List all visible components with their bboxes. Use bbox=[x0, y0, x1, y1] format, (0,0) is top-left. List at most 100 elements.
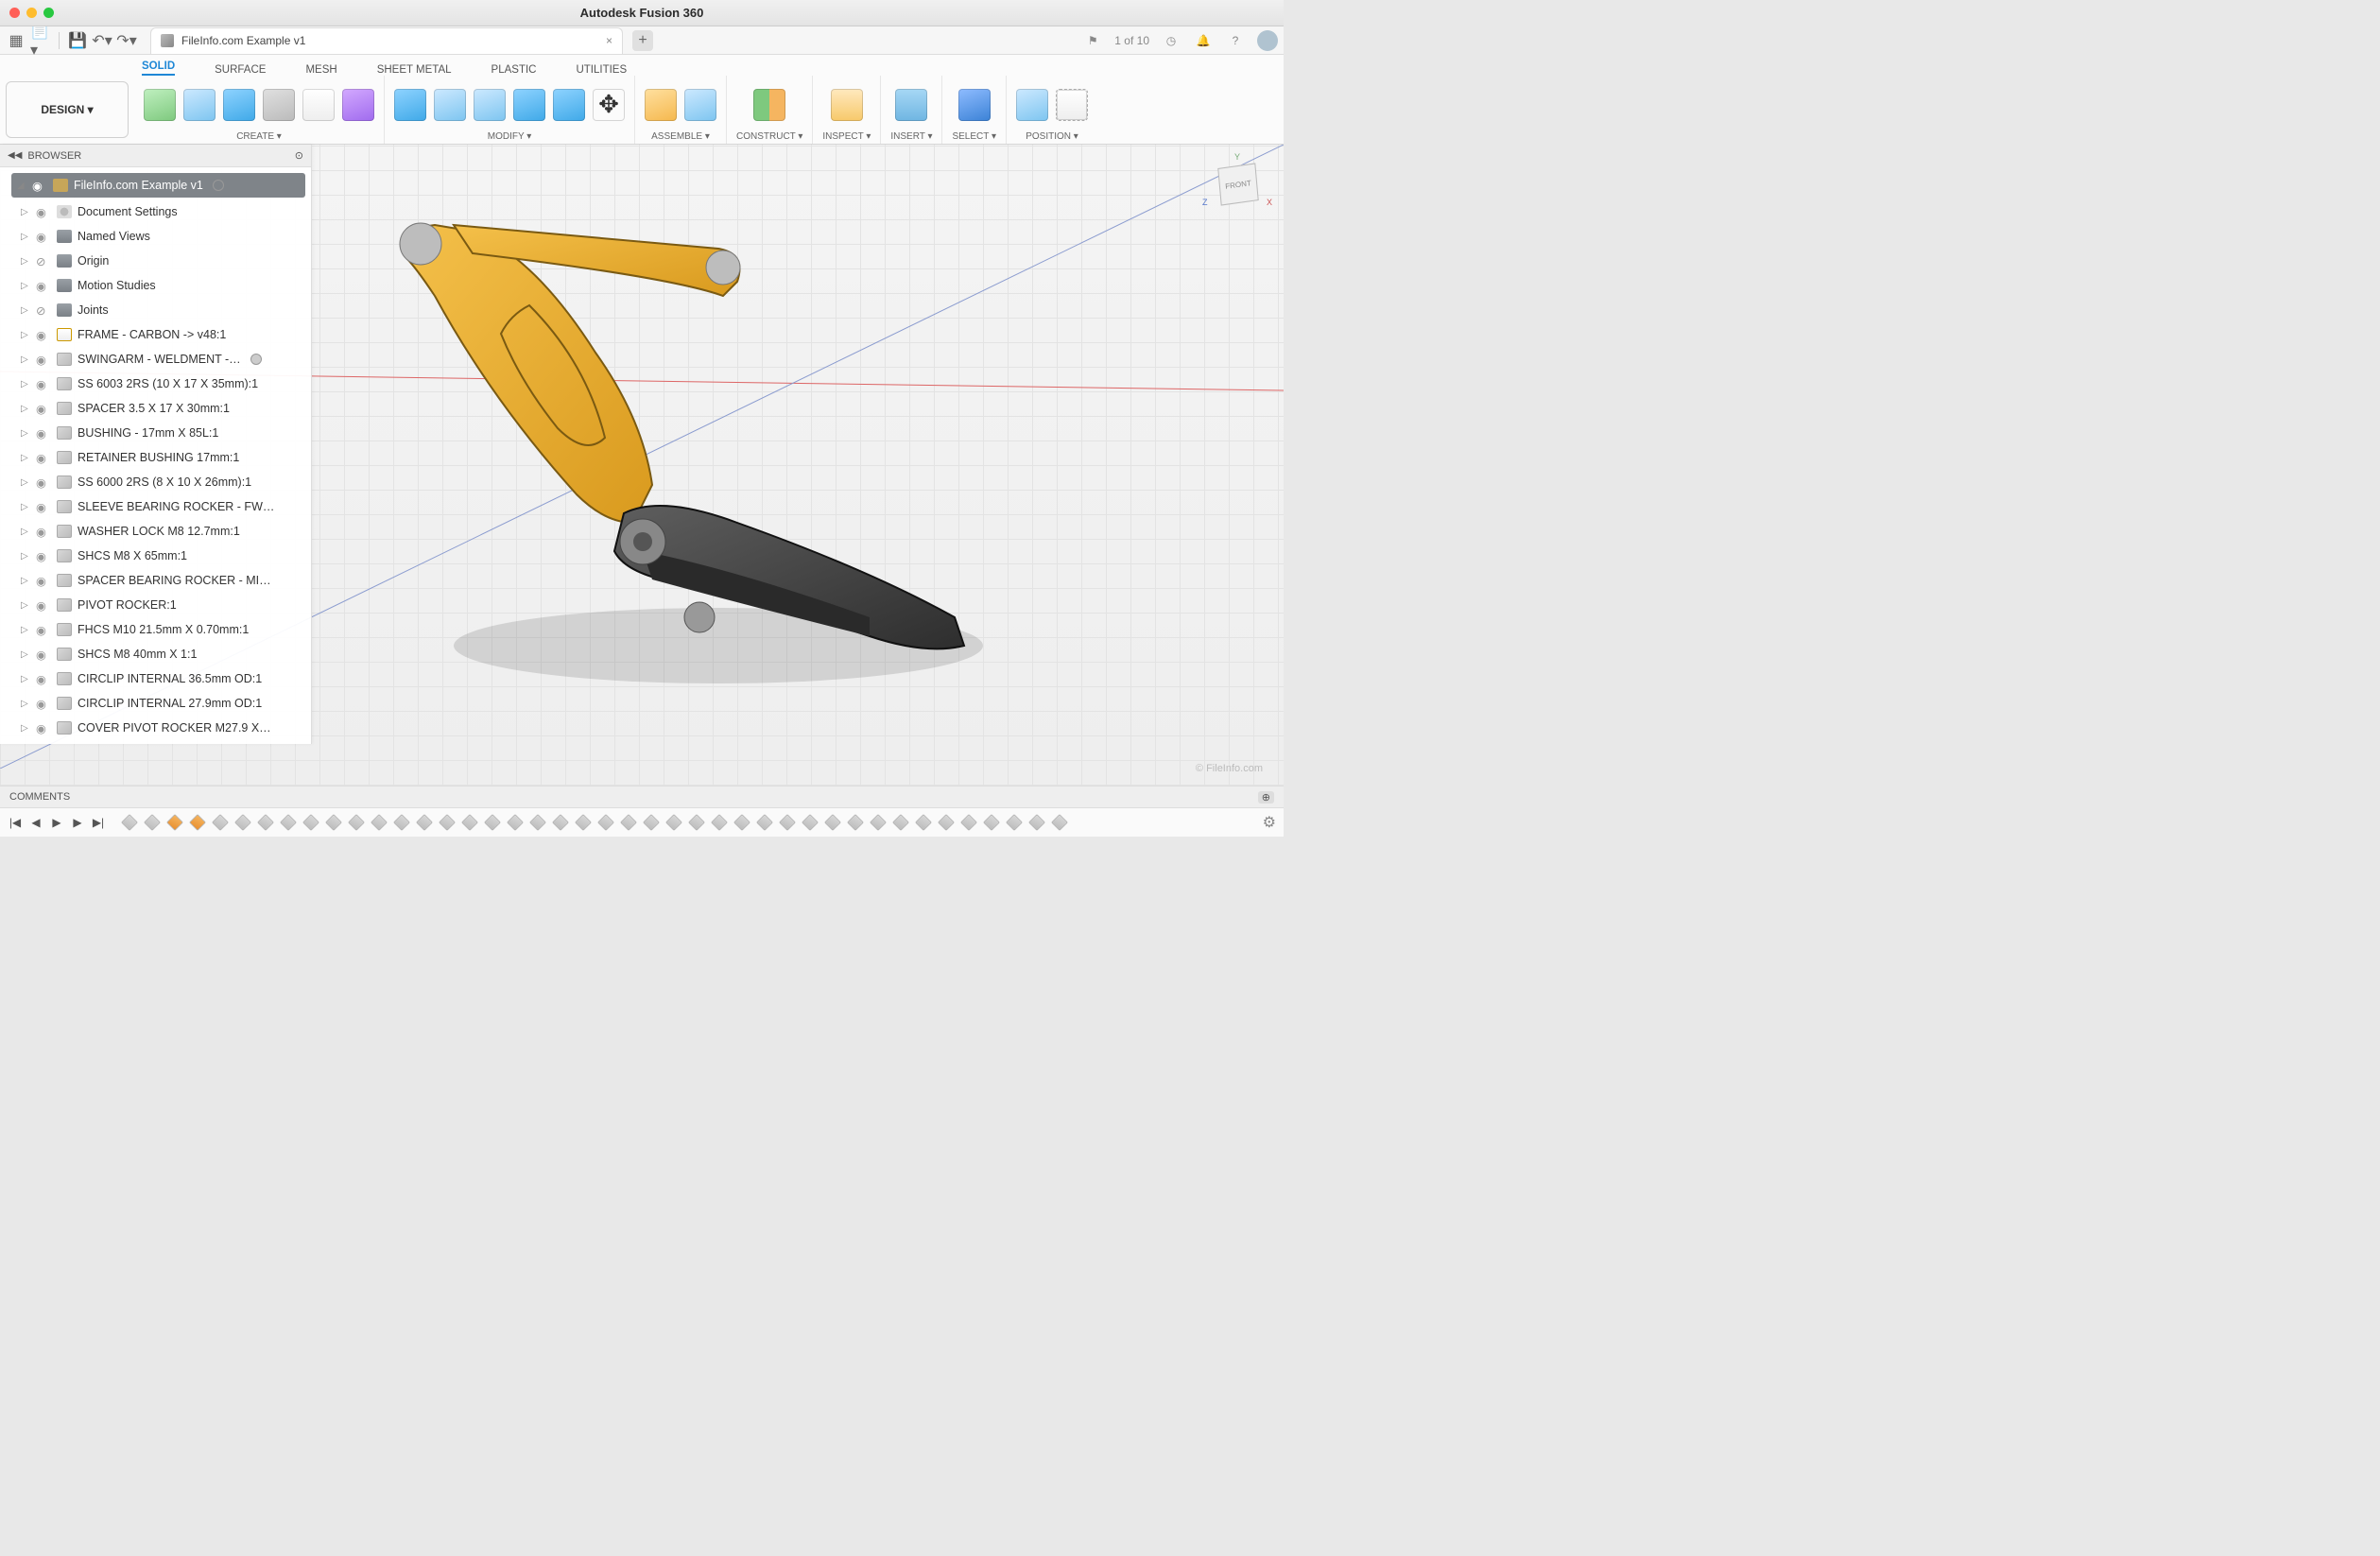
tree-item[interactable]: ▷◉SS 6000 2RS (8 X 10 X 26mm):1 bbox=[8, 470, 309, 494]
timeline-feature-icon[interactable] bbox=[983, 814, 1000, 831]
tree-item[interactable]: ▷◉CIRCLIP INTERNAL 36.5mm OD:1 bbox=[8, 666, 309, 691]
extrude-icon[interactable] bbox=[183, 89, 216, 121]
job-status-icon[interactable]: ◷ bbox=[1161, 30, 1181, 51]
visibility-icon[interactable]: ⊘ bbox=[36, 303, 51, 318]
timeline-feature-icon[interactable] bbox=[892, 814, 909, 831]
timeline-settings-icon[interactable]: ⚙ bbox=[1263, 813, 1276, 832]
view-cube[interactable]: FRONT Y X Z bbox=[1210, 156, 1267, 213]
tree-item[interactable]: ▷◉FRAME - CARBON -> v48:1 bbox=[8, 322, 309, 347]
visibility-icon[interactable]: ◉ bbox=[36, 279, 51, 293]
collapse-icon[interactable]: ◀◀ bbox=[8, 150, 22, 161]
position-capture-icon[interactable] bbox=[1016, 89, 1048, 121]
tree-item[interactable]: ▷⊘Joints bbox=[8, 298, 309, 322]
visibility-icon[interactable]: ◉ bbox=[36, 549, 51, 563]
shell-icon[interactable] bbox=[513, 89, 545, 121]
joint-icon[interactable] bbox=[684, 89, 716, 121]
timeline-feature-icon[interactable] bbox=[597, 814, 614, 831]
tree-item[interactable]: ▷◉COVER PIVOT ROCKER M27.9 X… bbox=[8, 716, 309, 740]
tree-item[interactable]: ▷◉SHCS M8 X 65mm:1 bbox=[8, 544, 309, 568]
tree-item[interactable]: ▷◉Named Views bbox=[8, 224, 309, 249]
timeline-start-icon[interactable]: |◀ bbox=[8, 815, 23, 830]
timeline-end-icon[interactable]: ▶| bbox=[91, 815, 106, 830]
timeline-feature-icon[interactable] bbox=[393, 814, 410, 831]
group-select-label[interactable]: SELECT ▾ bbox=[952, 131, 996, 142]
timeline-feature-icon[interactable] bbox=[779, 814, 796, 831]
document-tab[interactable]: FileInfo.com Example v1 × bbox=[150, 27, 623, 54]
timeline-feature-icon[interactable] bbox=[234, 814, 251, 831]
notifications-icon[interactable]: 🔔 bbox=[1193, 30, 1214, 51]
timeline-feature-icon[interactable] bbox=[507, 814, 524, 831]
timeline-feature-icon[interactable] bbox=[166, 814, 183, 831]
decal-icon[interactable] bbox=[895, 89, 927, 121]
timeline-feature-icon[interactable] bbox=[371, 814, 388, 831]
tree-item[interactable]: ▷◉SHCS M8 40mm X 1:1 bbox=[8, 642, 309, 666]
timeline-feature-icon[interactable] bbox=[643, 814, 660, 831]
visibility-icon[interactable]: ◉ bbox=[36, 377, 51, 391]
timeline-feature-icon[interactable] bbox=[1006, 814, 1023, 831]
expand-icon[interactable]: ▷ bbox=[21, 576, 30, 586]
timeline-feature-icon[interactable] bbox=[552, 814, 569, 831]
timeline-feature-icon[interactable] bbox=[824, 814, 841, 831]
tree-item[interactable]: ▷◉RETAINER BUSHING 17mm:1 bbox=[8, 445, 309, 470]
expand-icon[interactable]: ▷ bbox=[21, 674, 30, 684]
move-icon[interactable]: ✥ bbox=[593, 89, 625, 121]
group-modify-label[interactable]: MODIFY ▾ bbox=[488, 131, 532, 142]
pattern-icon[interactable] bbox=[302, 89, 335, 121]
plane-icon[interactable] bbox=[753, 89, 785, 121]
expand-icon[interactable]: ▷ bbox=[21, 354, 30, 365]
add-comment-icon[interactable]: ⊕ bbox=[1258, 791, 1274, 804]
group-construct-label[interactable]: CONSTRUCT ▾ bbox=[736, 131, 802, 142]
tree-item[interactable]: ▷◉Document Settings bbox=[8, 199, 309, 224]
timeline-feature-icon[interactable] bbox=[325, 814, 342, 831]
timeline-feature-icon[interactable] bbox=[960, 814, 977, 831]
expand-icon[interactable]: ▷ bbox=[21, 281, 30, 291]
timeline-feature-icon[interactable] bbox=[733, 814, 750, 831]
expand-icon[interactable]: ▷ bbox=[21, 527, 30, 537]
group-create-label[interactable]: CREATE ▾ bbox=[236, 131, 282, 142]
apps-icon[interactable]: ▦ bbox=[6, 30, 26, 51]
press-pull-icon[interactable] bbox=[394, 89, 426, 121]
tree-item[interactable]: ▷◉BUSHING - 17mm X 85L:1 bbox=[8, 421, 309, 445]
user-avatar[interactable] bbox=[1257, 30, 1278, 51]
timeline-feature-icon[interactable] bbox=[212, 814, 229, 831]
form-icon[interactable] bbox=[342, 89, 374, 121]
timeline-feature-icon[interactable] bbox=[620, 814, 637, 831]
expand-icon[interactable]: ▷ bbox=[21, 649, 30, 660]
expand-icon[interactable]: ▷ bbox=[21, 428, 30, 439]
close-tab-icon[interactable]: × bbox=[606, 34, 612, 47]
visibility-icon[interactable]: ◉ bbox=[36, 648, 51, 662]
browser-options-icon[interactable]: ⊙ bbox=[295, 149, 303, 162]
timeline-feature-icon[interactable] bbox=[144, 814, 161, 831]
hole-icon[interactable] bbox=[263, 89, 295, 121]
timeline-feature-icon[interactable] bbox=[348, 814, 365, 831]
extensions-icon[interactable]: ⚑ bbox=[1082, 30, 1103, 51]
expand-icon[interactable]: ▷ bbox=[21, 600, 30, 611]
workspace-selector[interactable]: DESIGN ▾ bbox=[6, 81, 129, 138]
expand-icon[interactable]: ▷ bbox=[21, 207, 30, 217]
visibility-icon[interactable]: ◉ bbox=[36, 697, 51, 711]
timeline-feature-icon[interactable] bbox=[529, 814, 546, 831]
visibility-icon[interactable]: ◉ bbox=[36, 672, 51, 686]
new-component-icon[interactable] bbox=[645, 89, 677, 121]
browser-header[interactable]: ◀◀ BROWSER ⊙ bbox=[0, 145, 311, 167]
timeline-feature-icon[interactable] bbox=[802, 814, 819, 831]
timeline-feature-icon[interactable] bbox=[711, 814, 728, 831]
expand-icon[interactable]: ▷ bbox=[21, 379, 30, 389]
visibility-icon[interactable]: ◉ bbox=[36, 230, 51, 244]
expand-icon[interactable]: ▷ bbox=[21, 699, 30, 709]
timeline-feature-icon[interactable] bbox=[416, 814, 433, 831]
timeline-feature-icon[interactable] bbox=[575, 814, 592, 831]
undo-icon[interactable]: ↶▾ bbox=[92, 30, 112, 51]
visibility-icon[interactable]: ◉ bbox=[36, 623, 51, 637]
group-inspect-label[interactable]: INSPECT ▾ bbox=[822, 131, 871, 142]
expand-icon[interactable]: ◢ bbox=[17, 181, 26, 191]
sketch-icon[interactable] bbox=[144, 89, 176, 121]
expand-icon[interactable]: ▷ bbox=[21, 404, 30, 414]
tab-sheet-metal[interactable]: SHEET METAL bbox=[377, 64, 452, 76]
tree-item[interactable]: ▷◉PIVOT ROCKER:1 bbox=[8, 593, 309, 617]
close-window-icon[interactable] bbox=[9, 8, 20, 18]
timeline-feature-icon[interactable] bbox=[915, 814, 932, 831]
position-revert-icon[interactable] bbox=[1056, 89, 1088, 121]
select-icon[interactable] bbox=[958, 89, 991, 121]
activate-radio[interactable] bbox=[213, 180, 224, 191]
